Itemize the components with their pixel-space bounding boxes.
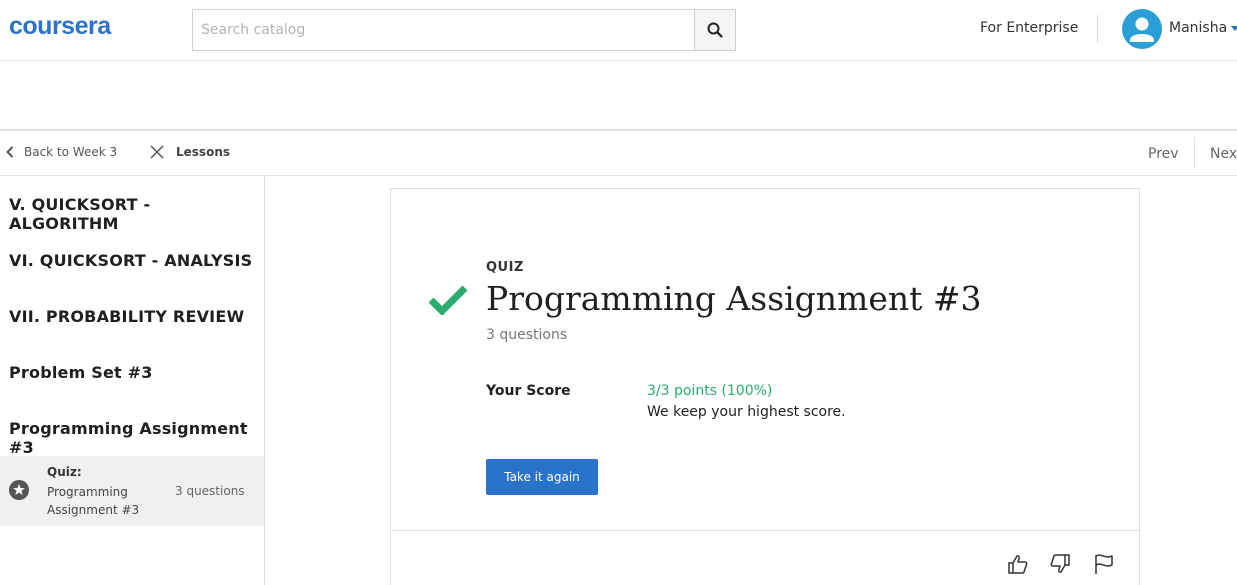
lessons-label: Lessons: [176, 145, 230, 159]
chevron-left-icon: [6, 146, 14, 158]
lesson-sidebar: V. QUICKSORT - ALGORITHM VI. QUICKSORT -…: [0, 176, 265, 585]
sidebar-active-quiz[interactable]: Quiz: Programming Assignment #3 3 questi…: [0, 456, 264, 526]
header-divider: [1097, 15, 1098, 43]
thumbs-down-icon[interactable]: [1049, 553, 1071, 575]
thumbs-up-icon[interactable]: [1007, 553, 1029, 575]
next-button[interactable]: Next: [1210, 146, 1237, 162]
lesson-subnav: Back to Week 3 Lessons Prev Next: [0, 131, 1237, 176]
quiz-type-label: Quiz:: [47, 465, 82, 479]
user-name-menu[interactable]: Manisha: [1169, 20, 1227, 36]
take-it-again-button[interactable]: Take it again: [486, 459, 598, 495]
search-bar: [192, 9, 736, 51]
close-icon: [150, 145, 164, 159]
chevron-down-icon[interactable]: [1231, 26, 1237, 31]
search-icon: [707, 22, 723, 38]
quiz-name-label: Programming Assignment #3: [47, 485, 140, 517]
question-count: 3 questions: [486, 327, 568, 343]
card-divider: [391, 530, 1139, 531]
lessons-toggle[interactable]: Lessons: [150, 145, 230, 159]
back-label: Back to Week 3: [24, 145, 118, 159]
sidebar-item-quicksort-algorithm[interactable]: V. QUICKSORT - ALGORITHM: [9, 195, 264, 233]
back-to-week-link[interactable]: Back to Week 3: [6, 145, 117, 159]
user-avatar-icon[interactable]: [1122, 9, 1162, 49]
quiz-result-card: QUIZ Programming Assignment #3 3 questio…: [390, 188, 1140, 585]
sidebar-item-quicksort-analysis[interactable]: VI. QUICKSORT - ANALYSIS: [9, 251, 252, 270]
coursera-logo[interactable]: coursera: [9, 12, 111, 41]
item-type-label: QUIZ: [486, 260, 524, 275]
prev-button[interactable]: Prev: [1148, 146, 1179, 162]
checkmark-icon: [429, 285, 467, 315]
header-spacer-band: [0, 61, 1237, 131]
page-title: Programming Assignment #3: [486, 279, 982, 318]
for-enterprise-link[interactable]: For Enterprise: [980, 20, 1078, 36]
search-input[interactable]: [193, 10, 694, 50]
top-header: coursera For Enterprise Manisha: [0, 0, 1237, 61]
search-button[interactable]: [694, 10, 735, 50]
sidebar-item-programming-assignment[interactable]: Programming Assignment #3: [9, 419, 264, 457]
star-badge-icon: [9, 480, 29, 500]
score-value: 3/3 points (100%): [647, 383, 773, 399]
flag-icon[interactable]: [1093, 553, 1115, 575]
score-label: Your Score: [486, 383, 571, 399]
quiz-question-count: 3 questions: [175, 484, 245, 498]
sidebar-item-problem-set[interactable]: Problem Set #3: [9, 363, 153, 382]
score-note: We keep your highest score.: [647, 404, 846, 420]
sidebar-item-probability-review[interactable]: VII. PROBABILITY REVIEW: [9, 307, 244, 326]
nav-divider: [1194, 137, 1195, 168]
